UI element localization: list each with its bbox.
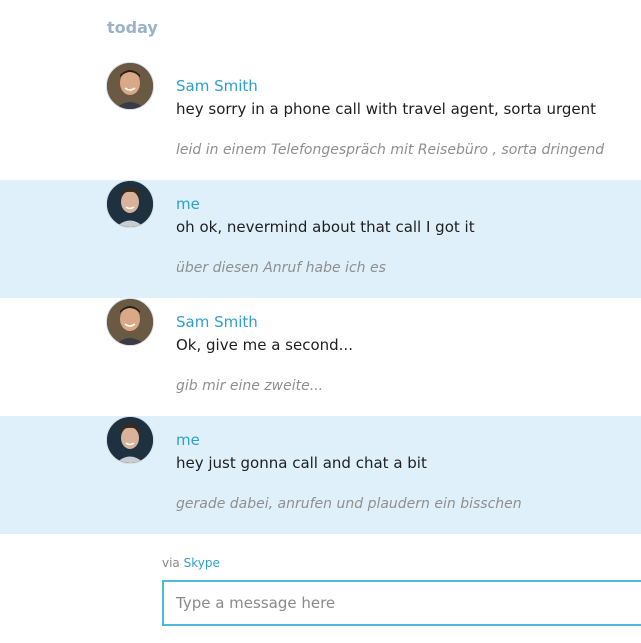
message-text: hey just gonna call and chat a bit [176, 454, 427, 472]
message-sender[interactable]: Sam Smith [176, 77, 258, 95]
message-composer [162, 580, 641, 626]
message-item: Sam Smith hey sorry in a phone call with… [0, 62, 641, 180]
message-input[interactable] [164, 582, 641, 624]
avatar-photo-icon [107, 299, 153, 345]
me-avatar[interactable] [106, 416, 154, 464]
message-text: Ok, give me a second... [176, 336, 353, 354]
avatar-photo-icon [107, 417, 153, 463]
message-item: Sam Smith Ok, give me a second... gib mi… [0, 298, 641, 416]
message-item: me hey just gonna call and chat a bit ge… [0, 416, 641, 534]
message-list: Sam Smith hey sorry in a phone call with… [0, 62, 641, 534]
message-sender[interactable]: Sam Smith [176, 313, 258, 331]
message-text: oh ok, nevermind about that call I got i… [176, 218, 475, 236]
message-translation: gerade dabei, anrufen und plaudern ein b… [176, 496, 522, 512]
message-sender[interactable]: me [176, 431, 200, 449]
sam-smith-avatar[interactable] [106, 62, 154, 110]
message-translation: über diesen Anruf habe ich es [176, 260, 386, 276]
message-sender[interactable]: me [176, 195, 200, 213]
message-translation: gib mir eine zweite... [176, 378, 324, 394]
sam-smith-avatar[interactable] [106, 298, 154, 346]
via-skype-label: via Skype [162, 556, 220, 570]
avatar-photo-icon [107, 181, 153, 227]
message-translation: leid in einem Telefongespräch mit Reiseb… [176, 142, 605, 158]
message-item: me oh ok, nevermind about that call I go… [0, 180, 641, 298]
day-header: today [107, 18, 158, 37]
message-text: hey sorry in a phone call with travel ag… [176, 100, 597, 118]
via-label: via [162, 556, 180, 570]
skype-link[interactable]: Skype [184, 556, 220, 570]
avatar-photo-icon [107, 63, 153, 109]
me-avatar[interactable] [106, 180, 154, 228]
